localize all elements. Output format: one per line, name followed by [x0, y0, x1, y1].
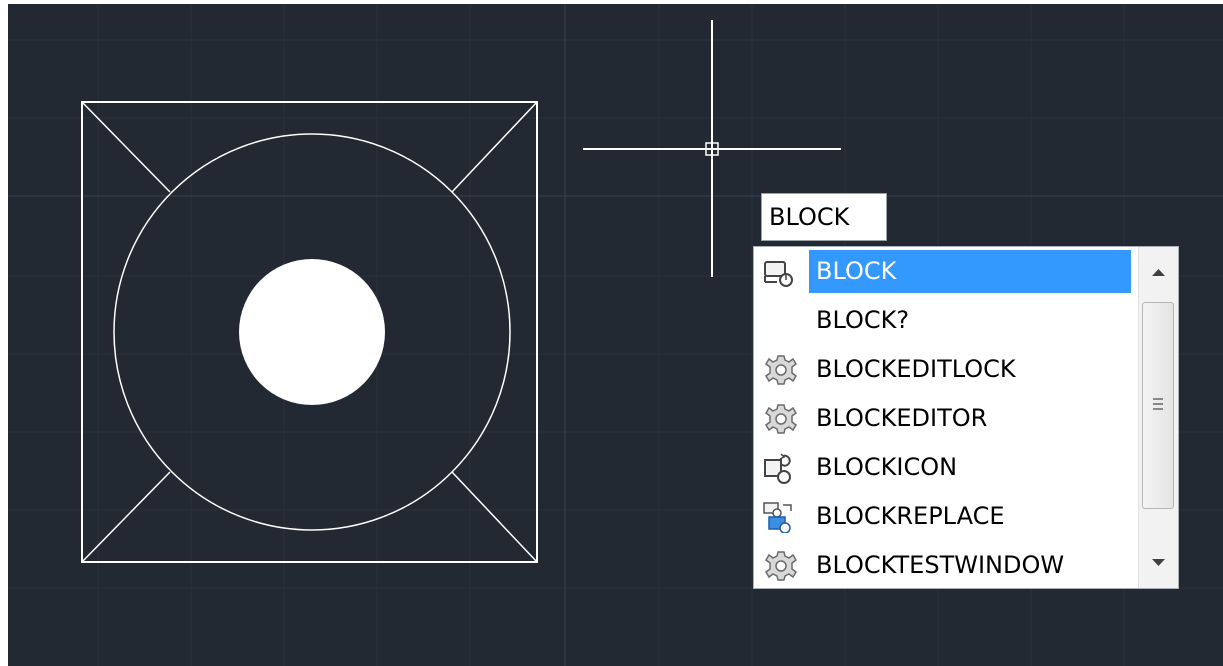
command-input[interactable]: BLOCK [761, 193, 887, 241]
list-item-blocktestwindow[interactable]: BLOCKTESTWINDOW [754, 541, 1134, 590]
scroll-up-arrow-icon[interactable] [1139, 247, 1178, 291]
list-item-blockeditlock[interactable]: BLOCKEDITLOCK [754, 345, 1134, 394]
list-item-label: BLOCK? [816, 306, 910, 334]
list-item-blockreplace[interactable]: BLOCKREPLACE [754, 492, 1134, 541]
filled-center-circle [239, 259, 385, 405]
drawing-canvas[interactable]: BLOCK BLOCK BLOCK? BLOCKEDITLOCK BLOCKED… [8, 4, 1223, 666]
list-item-block[interactable]: BLOCK [754, 247, 1134, 296]
diagonal-bottom-right [451, 471, 538, 563]
gear-icon [765, 551, 797, 581]
scrollbar[interactable] [1138, 247, 1178, 588]
list-item-blockicon[interactable]: BLOCKICON [754, 443, 1134, 492]
grip-icon [1153, 398, 1163, 410]
diagonal-top-left [81, 101, 171, 193]
list-item-label: BLOCKTESTWINDOW [816, 551, 1065, 579]
gear-icon [765, 355, 797, 385]
block-icon [764, 261, 793, 287]
block-icon-refresh [764, 453, 791, 484]
list-item-label: BLOCKICON [816, 453, 958, 481]
list-item-label: BLOCK [809, 250, 1131, 293]
list-item-block-query[interactable]: BLOCK? [754, 296, 1134, 345]
block-replace-icon [763, 502, 792, 533]
diagonal-top-right [451, 101, 538, 193]
gear-icon [765, 404, 797, 434]
list-item-label: BLOCKEDITLOCK [816, 355, 1016, 383]
autocomplete-list: BLOCK BLOCK? BLOCKEDITLOCK BLOCKEDITOR B… [753, 246, 1179, 589]
list-item-label: BLOCKREPLACE [816, 502, 1005, 530]
scroll-down-arrow-icon[interactable] [1139, 544, 1178, 588]
list-item-blockeditor[interactable]: BLOCKEDITOR [754, 394, 1134, 443]
scrollbar-thumb[interactable] [1142, 302, 1174, 509]
list-item-label: BLOCKEDITOR [816, 404, 988, 432]
diagonal-bottom-left [81, 471, 171, 563]
autocomplete-items: BLOCK BLOCK? BLOCKEDITLOCK BLOCKEDITOR B… [754, 247, 1134, 588]
